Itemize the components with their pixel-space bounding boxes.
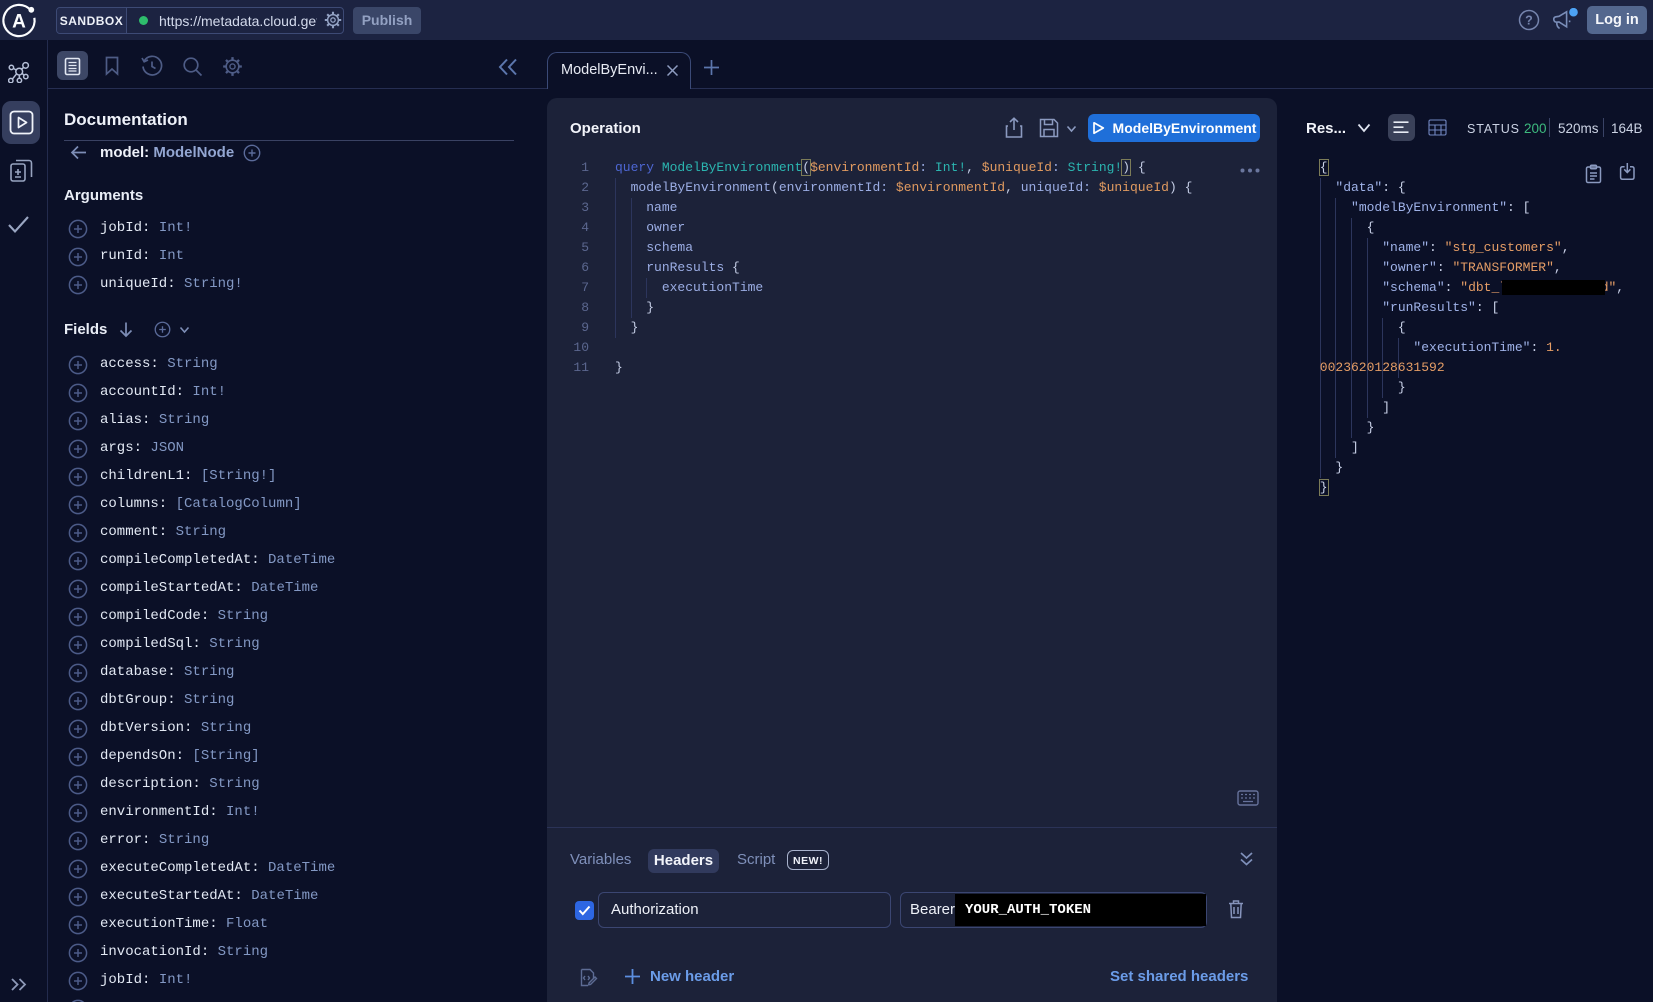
svg-text:A: A (12, 12, 26, 33)
svg-text:?: ? (1525, 14, 1533, 28)
